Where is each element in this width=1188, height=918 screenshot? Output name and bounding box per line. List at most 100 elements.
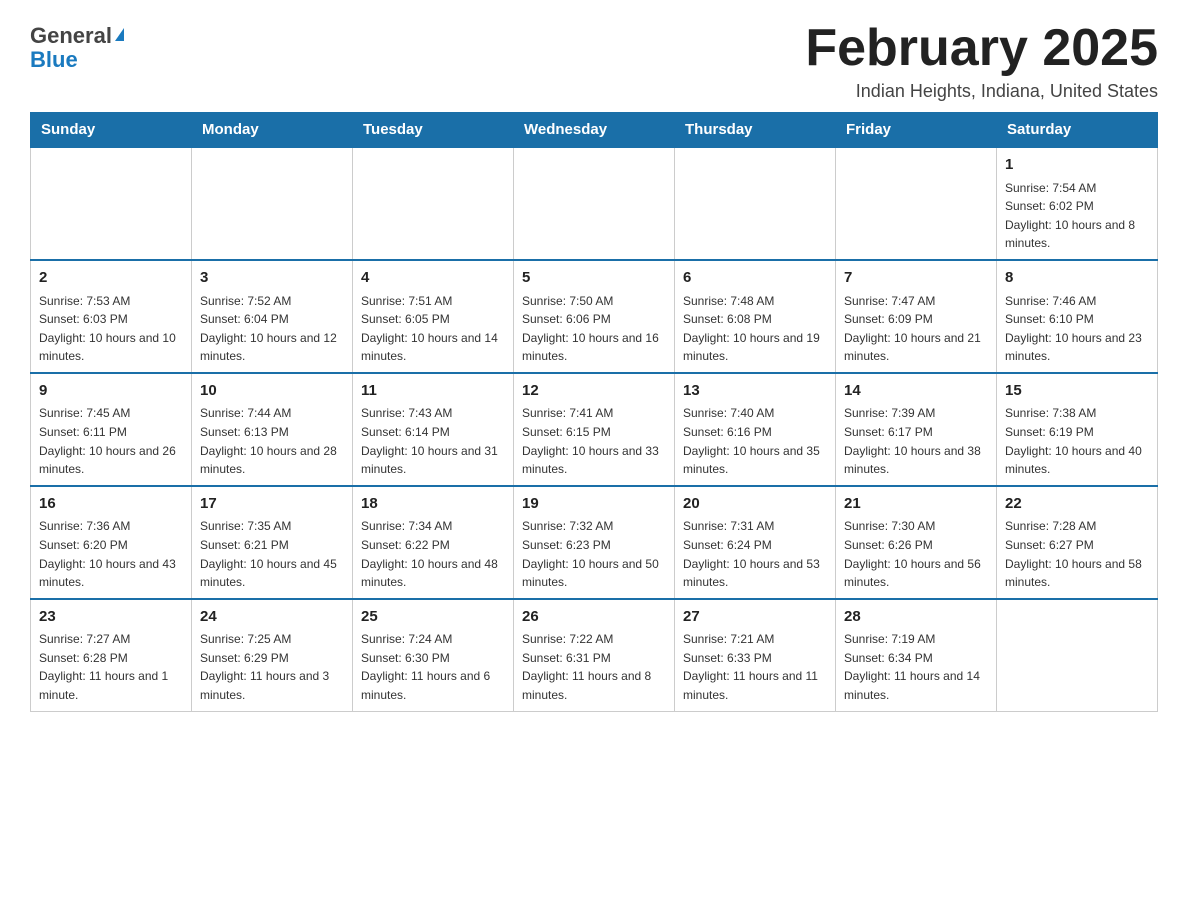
calendar-cell bbox=[31, 147, 192, 260]
day-info: Sunrise: 7:25 AMSunset: 6:29 PMDaylight:… bbox=[200, 630, 344, 704]
day-info: Sunrise: 7:48 AMSunset: 6:08 PMDaylight:… bbox=[683, 292, 827, 366]
calendar-cell: 26Sunrise: 7:22 AMSunset: 6:31 PMDayligh… bbox=[514, 599, 675, 711]
month-title: February 2025 bbox=[805, 20, 1158, 77]
calendar-cell: 1Sunrise: 7:54 AMSunset: 6:02 PMDaylight… bbox=[997, 147, 1158, 260]
calendar-cell: 16Sunrise: 7:36 AMSunset: 6:20 PMDayligh… bbox=[31, 486, 192, 599]
weekday-header-row: SundayMondayTuesdayWednesdayThursdayFrid… bbox=[31, 113, 1158, 148]
day-number: 26 bbox=[522, 606, 666, 629]
location-subtitle: Indian Heights, Indiana, United States bbox=[805, 81, 1158, 102]
calendar-cell: 6Sunrise: 7:48 AMSunset: 6:08 PMDaylight… bbox=[675, 260, 836, 373]
day-number: 14 bbox=[844, 380, 988, 403]
calendar-cell: 15Sunrise: 7:38 AMSunset: 6:19 PMDayligh… bbox=[997, 373, 1158, 486]
day-number: 7 bbox=[844, 267, 988, 290]
day-info: Sunrise: 7:19 AMSunset: 6:34 PMDaylight:… bbox=[844, 630, 988, 704]
calendar-cell: 5Sunrise: 7:50 AMSunset: 6:06 PMDaylight… bbox=[514, 260, 675, 373]
calendar-week-row: 1Sunrise: 7:54 AMSunset: 6:02 PMDaylight… bbox=[31, 147, 1158, 260]
day-number: 11 bbox=[361, 380, 505, 403]
weekday-header-wednesday: Wednesday bbox=[514, 113, 675, 148]
day-info: Sunrise: 7:21 AMSunset: 6:33 PMDaylight:… bbox=[683, 630, 827, 704]
day-number: 16 bbox=[39, 493, 183, 516]
day-info: Sunrise: 7:35 AMSunset: 6:21 PMDaylight:… bbox=[200, 517, 344, 591]
day-info: Sunrise: 7:53 AMSunset: 6:03 PMDaylight:… bbox=[39, 292, 183, 366]
day-info: Sunrise: 7:40 AMSunset: 6:16 PMDaylight:… bbox=[683, 404, 827, 478]
calendar-cell: 11Sunrise: 7:43 AMSunset: 6:14 PMDayligh… bbox=[353, 373, 514, 486]
day-number: 22 bbox=[1005, 493, 1149, 516]
calendar-cell: 18Sunrise: 7:34 AMSunset: 6:22 PMDayligh… bbox=[353, 486, 514, 599]
calendar-week-row: 23Sunrise: 7:27 AMSunset: 6:28 PMDayligh… bbox=[31, 599, 1158, 711]
day-info: Sunrise: 7:51 AMSunset: 6:05 PMDaylight:… bbox=[361, 292, 505, 366]
day-number: 23 bbox=[39, 606, 183, 629]
day-info: Sunrise: 7:39 AMSunset: 6:17 PMDaylight:… bbox=[844, 404, 988, 478]
calendar-table: SundayMondayTuesdayWednesdayThursdayFrid… bbox=[30, 112, 1158, 711]
page-header: General Blue February 2025 Indian Height… bbox=[30, 20, 1158, 102]
day-info: Sunrise: 7:24 AMSunset: 6:30 PMDaylight:… bbox=[361, 630, 505, 704]
calendar-week-row: 16Sunrise: 7:36 AMSunset: 6:20 PMDayligh… bbox=[31, 486, 1158, 599]
day-info: Sunrise: 7:43 AMSunset: 6:14 PMDaylight:… bbox=[361, 404, 505, 478]
calendar-cell: 7Sunrise: 7:47 AMSunset: 6:09 PMDaylight… bbox=[836, 260, 997, 373]
day-number: 27 bbox=[683, 606, 827, 629]
weekday-header-tuesday: Tuesday bbox=[353, 113, 514, 148]
day-info: Sunrise: 7:27 AMSunset: 6:28 PMDaylight:… bbox=[39, 630, 183, 704]
day-info: Sunrise: 7:50 AMSunset: 6:06 PMDaylight:… bbox=[522, 292, 666, 366]
calendar-cell: 9Sunrise: 7:45 AMSunset: 6:11 PMDaylight… bbox=[31, 373, 192, 486]
day-info: Sunrise: 7:52 AMSunset: 6:04 PMDaylight:… bbox=[200, 292, 344, 366]
calendar-cell bbox=[836, 147, 997, 260]
calendar-cell: 17Sunrise: 7:35 AMSunset: 6:21 PMDayligh… bbox=[192, 486, 353, 599]
calendar-cell: 25Sunrise: 7:24 AMSunset: 6:30 PMDayligh… bbox=[353, 599, 514, 711]
calendar-week-row: 9Sunrise: 7:45 AMSunset: 6:11 PMDaylight… bbox=[31, 373, 1158, 486]
weekday-header-saturday: Saturday bbox=[997, 113, 1158, 148]
day-info: Sunrise: 7:45 AMSunset: 6:11 PMDaylight:… bbox=[39, 404, 183, 478]
calendar-cell bbox=[192, 147, 353, 260]
logo-triangle-icon bbox=[115, 28, 124, 41]
calendar-cell: 20Sunrise: 7:31 AMSunset: 6:24 PMDayligh… bbox=[675, 486, 836, 599]
day-info: Sunrise: 7:54 AMSunset: 6:02 PMDaylight:… bbox=[1005, 179, 1149, 253]
calendar-cell bbox=[997, 599, 1158, 711]
day-info: Sunrise: 7:22 AMSunset: 6:31 PMDaylight:… bbox=[522, 630, 666, 704]
calendar-cell: 14Sunrise: 7:39 AMSunset: 6:17 PMDayligh… bbox=[836, 373, 997, 486]
day-info: Sunrise: 7:41 AMSunset: 6:15 PMDaylight:… bbox=[522, 404, 666, 478]
calendar-cell: 12Sunrise: 7:41 AMSunset: 6:15 PMDayligh… bbox=[514, 373, 675, 486]
day-number: 3 bbox=[200, 267, 344, 290]
calendar-cell: 23Sunrise: 7:27 AMSunset: 6:28 PMDayligh… bbox=[31, 599, 192, 711]
day-info: Sunrise: 7:36 AMSunset: 6:20 PMDaylight:… bbox=[39, 517, 183, 591]
day-info: Sunrise: 7:32 AMSunset: 6:23 PMDaylight:… bbox=[522, 517, 666, 591]
day-info: Sunrise: 7:30 AMSunset: 6:26 PMDaylight:… bbox=[844, 517, 988, 591]
day-number: 8 bbox=[1005, 267, 1149, 290]
calendar-cell: 8Sunrise: 7:46 AMSunset: 6:10 PMDaylight… bbox=[997, 260, 1158, 373]
day-number: 15 bbox=[1005, 380, 1149, 403]
calendar-cell bbox=[675, 147, 836, 260]
calendar-cell: 10Sunrise: 7:44 AMSunset: 6:13 PMDayligh… bbox=[192, 373, 353, 486]
day-number: 9 bbox=[39, 380, 183, 403]
day-info: Sunrise: 7:31 AMSunset: 6:24 PMDaylight:… bbox=[683, 517, 827, 591]
calendar-cell: 28Sunrise: 7:19 AMSunset: 6:34 PMDayligh… bbox=[836, 599, 997, 711]
weekday-header-thursday: Thursday bbox=[675, 113, 836, 148]
day-number: 20 bbox=[683, 493, 827, 516]
logo: General Blue bbox=[30, 20, 124, 73]
calendar-cell bbox=[353, 147, 514, 260]
day-info: Sunrise: 7:28 AMSunset: 6:27 PMDaylight:… bbox=[1005, 517, 1149, 591]
calendar-week-row: 2Sunrise: 7:53 AMSunset: 6:03 PMDaylight… bbox=[31, 260, 1158, 373]
day-info: Sunrise: 7:44 AMSunset: 6:13 PMDaylight:… bbox=[200, 404, 344, 478]
day-info: Sunrise: 7:38 AMSunset: 6:19 PMDaylight:… bbox=[1005, 404, 1149, 478]
day-number: 17 bbox=[200, 493, 344, 516]
weekday-header-sunday: Sunday bbox=[31, 113, 192, 148]
day-number: 28 bbox=[844, 606, 988, 629]
calendar-cell bbox=[514, 147, 675, 260]
calendar-cell: 4Sunrise: 7:51 AMSunset: 6:05 PMDaylight… bbox=[353, 260, 514, 373]
day-number: 1 bbox=[1005, 154, 1149, 177]
calendar-cell: 2Sunrise: 7:53 AMSunset: 6:03 PMDaylight… bbox=[31, 260, 192, 373]
logo-general-text: General bbox=[30, 25, 112, 47]
calendar-header: SundayMondayTuesdayWednesdayThursdayFrid… bbox=[31, 113, 1158, 148]
day-info: Sunrise: 7:46 AMSunset: 6:10 PMDaylight:… bbox=[1005, 292, 1149, 366]
day-number: 12 bbox=[522, 380, 666, 403]
day-number: 25 bbox=[361, 606, 505, 629]
day-number: 4 bbox=[361, 267, 505, 290]
day-number: 21 bbox=[844, 493, 988, 516]
calendar-cell: 24Sunrise: 7:25 AMSunset: 6:29 PMDayligh… bbox=[192, 599, 353, 711]
day-number: 19 bbox=[522, 493, 666, 516]
day-info: Sunrise: 7:34 AMSunset: 6:22 PMDaylight:… bbox=[361, 517, 505, 591]
logo-blue-text: Blue bbox=[30, 47, 78, 72]
calendar-cell: 27Sunrise: 7:21 AMSunset: 6:33 PMDayligh… bbox=[675, 599, 836, 711]
day-number: 18 bbox=[361, 493, 505, 516]
day-number: 13 bbox=[683, 380, 827, 403]
